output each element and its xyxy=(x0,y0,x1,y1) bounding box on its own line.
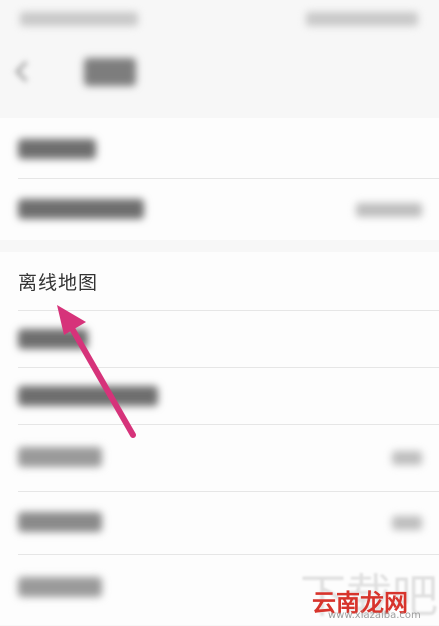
arrow-head xyxy=(57,305,86,335)
arrow-shaft xyxy=(63,315,136,438)
annotation-arrow xyxy=(57,305,136,438)
watermark-url: www.xiazaiba.com xyxy=(328,610,421,621)
